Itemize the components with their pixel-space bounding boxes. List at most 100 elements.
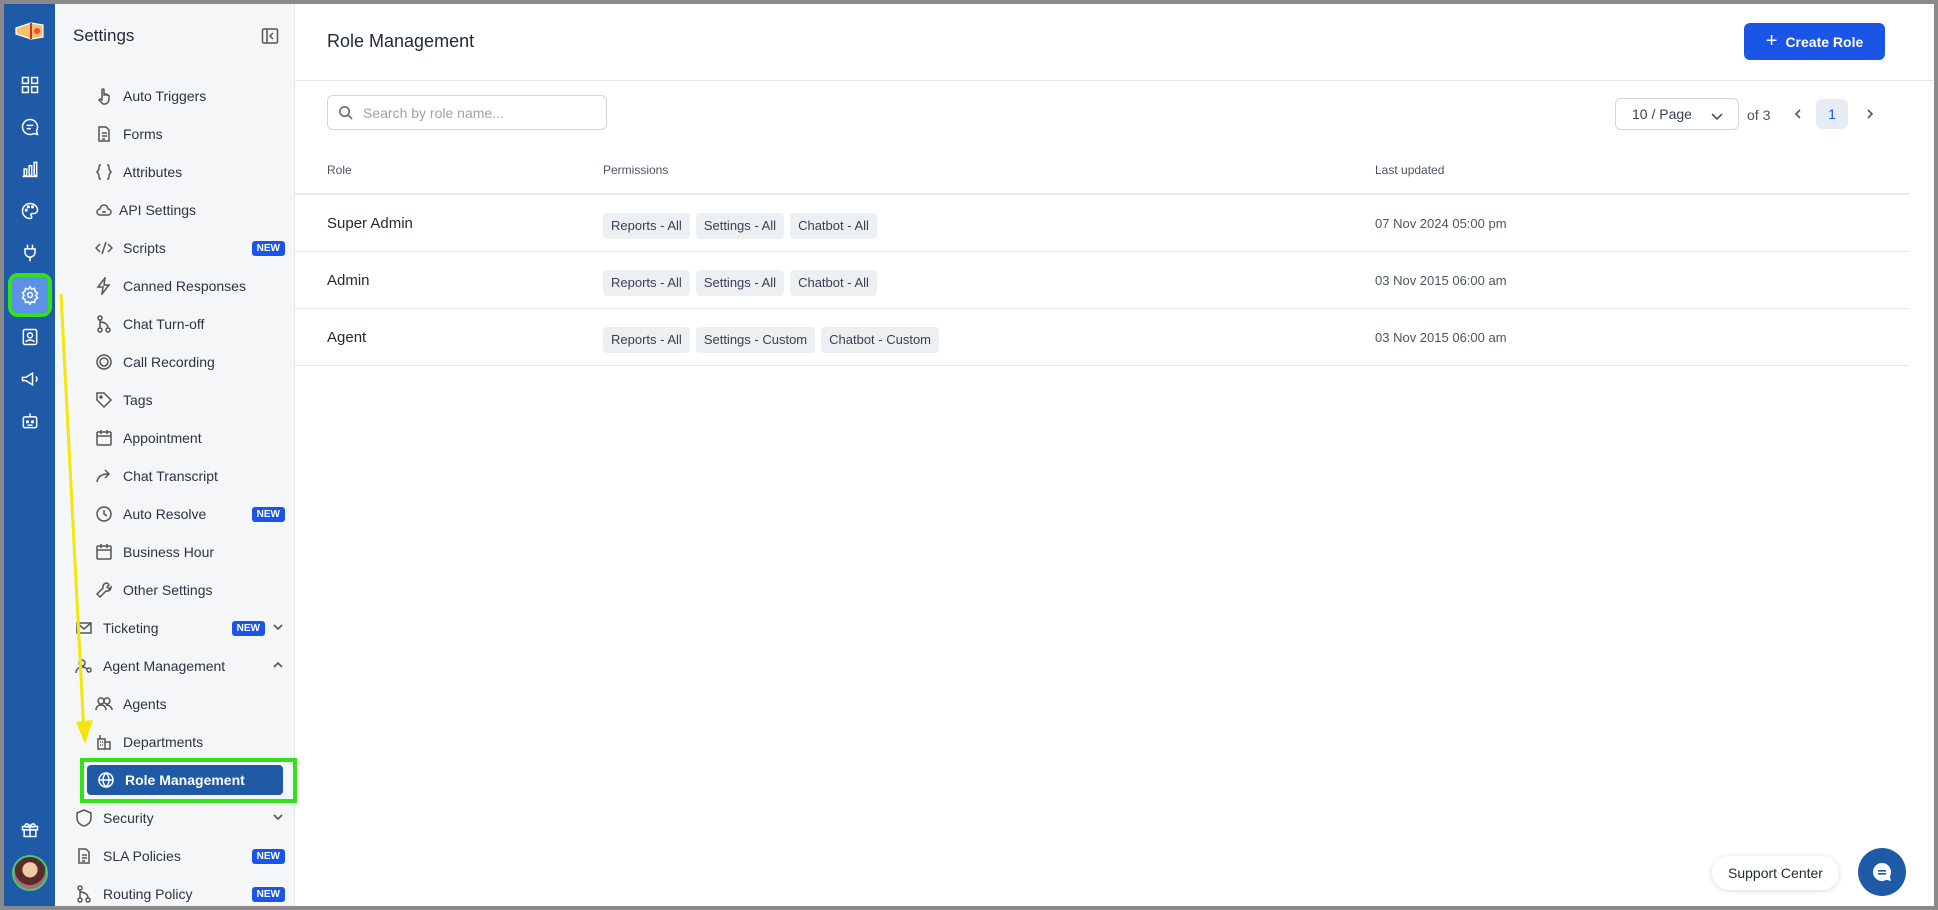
sidebar-item-label: Security bbox=[103, 810, 154, 826]
sidebar-item-routing-policy[interactable]: Routing Policy NEW bbox=[75, 879, 285, 906]
chevron-down-icon[interactable] bbox=[271, 810, 285, 824]
dashboard-icon[interactable] bbox=[12, 67, 48, 103]
users-icon bbox=[95, 695, 113, 713]
support-center-button[interactable]: Support Center bbox=[1712, 856, 1839, 890]
chevron-up-icon[interactable] bbox=[271, 658, 285, 672]
sidebar-item-ticketing[interactable]: Ticketing NEW bbox=[75, 613, 285, 643]
braces-icon bbox=[95, 163, 113, 181]
collapse-sidebar-icon[interactable] bbox=[261, 27, 279, 45]
bot-icon[interactable] bbox=[12, 403, 48, 439]
prev-page-icon[interactable] bbox=[1791, 107, 1807, 123]
create-role-button[interactable]: + Create Role bbox=[1744, 23, 1885, 60]
sidebar-item-agents[interactable]: Agents bbox=[95, 689, 285, 719]
sidebar-item-security[interactable]: Security bbox=[75, 803, 285, 833]
settings-gear-icon[interactable] bbox=[8, 273, 52, 317]
column-header-permissions: Permissions bbox=[603, 163, 669, 177]
icon-rail bbox=[4, 4, 55, 906]
column-header-role: Role bbox=[327, 163, 352, 177]
document-icon bbox=[95, 125, 113, 143]
sidebar-item-api-settings[interactable]: API Settings bbox=[95, 195, 285, 225]
contacts-icon[interactable] bbox=[12, 319, 48, 355]
create-role-label: Create Role bbox=[1785, 33, 1864, 50]
gift-icon[interactable] bbox=[12, 811, 48, 847]
chat-launcher-button[interactable] bbox=[1858, 848, 1906, 896]
sidebar-item-label: Other Settings bbox=[123, 582, 213, 598]
sidebar-item-label: Attributes bbox=[123, 164, 183, 180]
sidebar-item-label: Forms bbox=[123, 126, 163, 142]
sidebar-item-business-hour[interactable]: Business Hour bbox=[95, 537, 285, 567]
sidebar-item-label: Appointment bbox=[123, 430, 202, 446]
new-badge: NEW bbox=[251, 241, 285, 256]
sidebar-item-auto-triggers[interactable]: Auto Triggers bbox=[95, 81, 285, 111]
sidebar-item-sla-policies[interactable]: SLA Policies NEW bbox=[75, 841, 285, 871]
megaphone-logo-icon[interactable] bbox=[13, 20, 47, 42]
page-title: Role Management bbox=[327, 31, 475, 51]
reports-chart-icon[interactable] bbox=[12, 151, 48, 187]
permissions-list: Reports - All Settings - All Chatbot - A… bbox=[603, 270, 877, 296]
sidebar-item-role-management[interactable]: Role Management bbox=[87, 765, 283, 795]
sidebar-item-auto-resolve[interactable]: Auto Resolve NEW bbox=[95, 499, 285, 529]
sidebar-item-canned-responses[interactable]: Canned Responses bbox=[95, 271, 285, 301]
shield-icon bbox=[75, 809, 93, 827]
chat-bubble-icon bbox=[1873, 863, 1892, 881]
sidebar-item-attributes[interactable]: Attributes bbox=[95, 157, 285, 187]
user-gear-icon bbox=[75, 657, 93, 675]
sidebar-item-other-settings[interactable]: Other Settings bbox=[95, 575, 285, 605]
sidebar-item-label: Chat Turn-off bbox=[123, 316, 205, 332]
sidebar-item-label: Agent Management bbox=[103, 658, 226, 674]
git-branch-icon bbox=[75, 885, 93, 903]
sidebar-item-call-recording[interactable]: Call Recording bbox=[95, 347, 285, 377]
app-window: Settings Auto Triggers Forms Attributes … bbox=[4, 4, 1934, 906]
chevron-down-icon bbox=[1711, 113, 1723, 121]
new-badge: NEW bbox=[251, 849, 285, 864]
user-avatar[interactable] bbox=[12, 855, 48, 891]
sidebar-item-agent-management[interactable]: Agent Management bbox=[75, 651, 285, 681]
page-size-select[interactable]: 10 / Page bbox=[1615, 98, 1739, 130]
globe-icon bbox=[97, 771, 115, 789]
sidebar-item-label: Agents bbox=[123, 696, 167, 712]
page-number-button[interactable]: 1 bbox=[1816, 99, 1848, 129]
last-updated: 03 Nov 2015 06:00 am bbox=[1375, 330, 1507, 345]
sidebar-item-label: Call Recording bbox=[123, 354, 215, 370]
chevron-down-icon[interactable] bbox=[271, 620, 285, 634]
table-row[interactable]: Admin Reports - All Settings - All Chatb… bbox=[295, 252, 1909, 309]
sidebar-item-scripts[interactable]: Scripts NEW bbox=[95, 233, 285, 263]
search-input[interactable] bbox=[363, 104, 606, 121]
page-size-value: 10 / Page bbox=[1632, 106, 1692, 122]
header-divider bbox=[295, 80, 1934, 81]
next-page-icon[interactable] bbox=[1863, 107, 1879, 123]
git-branch-icon bbox=[95, 315, 113, 333]
sidebar-item-tags[interactable]: Tags bbox=[95, 385, 285, 415]
sidebar-item-label: Auto Resolve bbox=[123, 506, 207, 522]
permissions-list: Reports - All Settings - Custom Chatbot … bbox=[603, 327, 940, 353]
sidebar-item-label: Ticketing bbox=[103, 620, 159, 636]
tag-icon bbox=[95, 391, 113, 409]
wrench-icon bbox=[95, 581, 113, 599]
permission-chip: Reports - All bbox=[603, 270, 690, 296]
permissions-list: Reports - All Settings - All Chatbot - A… bbox=[603, 213, 877, 239]
envelope-icon bbox=[75, 619, 93, 637]
sidebar-item-departments[interactable]: Departments bbox=[95, 727, 285, 757]
sidebar-item-forms[interactable]: Forms bbox=[95, 119, 285, 149]
sidebar-item-appointment[interactable]: Appointment bbox=[95, 423, 285, 453]
permission-chip: Settings - All bbox=[695, 213, 785, 239]
sidebar-item-chat-turn-off[interactable]: Chat Turn-off bbox=[95, 309, 285, 339]
plus-icon: + bbox=[1765, 30, 1778, 52]
last-updated: 03 Nov 2015 06:00 am bbox=[1375, 273, 1507, 288]
search-box[interactable] bbox=[327, 95, 607, 130]
table-row[interactable]: Super Admin Reports - All Settings - All… bbox=[295, 195, 1909, 252]
sidebar-item-label: Chat Transcript bbox=[123, 468, 218, 484]
palette-icon[interactable] bbox=[12, 193, 48, 229]
permission-chip: Settings - All bbox=[695, 270, 785, 296]
plug-icon[interactable] bbox=[12, 235, 48, 271]
permission-chip: Settings - Custom bbox=[695, 327, 816, 353]
search-icon bbox=[339, 106, 353, 120]
sidebar-item-label: Tags bbox=[123, 392, 153, 408]
record-icon bbox=[95, 353, 113, 371]
sidebar-item-chat-transcript[interactable]: Chat Transcript bbox=[95, 461, 285, 491]
chat-icon[interactable] bbox=[12, 109, 48, 145]
building-icon bbox=[95, 733, 113, 751]
campaign-megaphone-icon[interactable] bbox=[12, 361, 48, 397]
lightning-icon bbox=[95, 277, 113, 295]
table-row[interactable]: Agent Reports - All Settings - Custom Ch… bbox=[295, 309, 1909, 366]
